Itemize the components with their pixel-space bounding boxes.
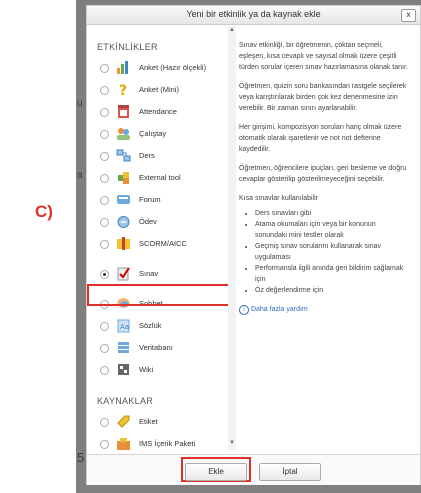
radio-button[interactable]: [100, 218, 109, 227]
module-label: SCORM/AICC: [139, 239, 187, 248]
module-label: Attendance: [139, 107, 177, 116]
module-option-attendance[interactable]: Attendance: [87, 101, 235, 123]
module-label: Ders: [139, 151, 155, 160]
scroll-down-arrow-icon[interactable]: ▼: [229, 440, 235, 446]
forum-icon: [117, 195, 130, 204]
svg-text:?: ?: [119, 83, 127, 97]
wiki-icon: [118, 364, 129, 375]
radio-button[interactable]: [100, 344, 109, 353]
module-option-label[interactable]: Etiket: [87, 411, 235, 433]
radio-button[interactable]: [100, 196, 109, 205]
module-list-scrollbar[interactable]: [228, 26, 236, 451]
dialog-footer: Ekle İptal: [87, 454, 420, 485]
module-label: Anket (Mini): [139, 85, 180, 94]
description-paragraph: Her girişimi, kompozisyon soruları hariç…: [239, 124, 402, 153]
module-option-workshop[interactable]: Çalıştay: [87, 123, 235, 145]
module-option-wiki[interactable]: Wiki: [87, 359, 235, 381]
module-option-assignment[interactable]: Ödev: [87, 211, 235, 233]
question-mark-icon: ?: [119, 83, 127, 97]
module-label: External tool: [139, 173, 181, 182]
module-option-database[interactable]: Veritabanı: [87, 337, 235, 359]
radio-button[interactable]: [100, 322, 109, 331]
module-label: Sözlük: [139, 321, 162, 330]
usage-list-item: Öz değerlendirme için: [255, 285, 409, 296]
usage-list-item: Performansla ilgili anında geri bildirim…: [255, 263, 409, 285]
attendance-icon: [118, 105, 129, 118]
description-paragraph: Kısa sınavlar kullanılabilir: [239, 195, 318, 202]
module-label: Çalıştay: [139, 129, 167, 138]
help-info-icon: i: [239, 305, 249, 315]
module-option-quiz[interactable]: Sınav: [87, 263, 235, 285]
quiz-selection-highlight: [87, 284, 236, 306]
survey-chart-icon: [117, 61, 128, 74]
module-label: Veritabanı: [139, 343, 173, 352]
module-option-lesson[interactable]: Ders: [87, 145, 235, 167]
module-label: Wiki: [139, 365, 154, 374]
dialog-titlebar: Yeni bir etkinlik ya da kaynak ekle x: [87, 6, 420, 25]
module-option-forum[interactable]: Forum: [87, 189, 235, 211]
module-option-ims-package[interactable]: IMS İçerik Paketi: [87, 433, 235, 451]
svg-text:Aa: Aa: [120, 323, 129, 331]
module-option-external-tool[interactable]: External tool: [87, 167, 235, 189]
add-button[interactable]: Ekle: [185, 463, 247, 481]
lesson-icon: [116, 149, 131, 162]
radio-button[interactable]: [100, 152, 109, 161]
module-label: Sınav: [139, 269, 159, 278]
add-activity-dialog: Yeni bir etkinlik ya da kaynak ekle x ET…: [86, 5, 421, 485]
ims-package-icon: [117, 438, 130, 450]
resources-header: KAYNAKLAR: [97, 396, 154, 406]
radio-button[interactable]: [100, 440, 109, 449]
module-label: IMS İçerik Paketi: [139, 439, 196, 448]
description-paragraph: Sınav etkinliği, bir öğretmenin, çoktan …: [239, 42, 408, 71]
background-text-fragment: a: [77, 170, 83, 181]
module-option-survey[interactable]: Anket (Hazır ölçekli): [87, 57, 235, 79]
radio-button[interactable]: [100, 108, 109, 117]
label-tag-icon: [117, 415, 130, 428]
module-label: Ödev: [139, 217, 157, 226]
scroll-up-arrow-icon[interactable]: ▲: [229, 27, 235, 33]
radio-button[interactable]: [100, 270, 109, 279]
module-label: Anket (Hazır ölçekli): [139, 63, 207, 72]
radio-button[interactable]: [100, 64, 109, 73]
cancel-button[interactable]: İptal: [259, 463, 321, 481]
database-icon: [118, 342, 129, 353]
quiz-icon: [117, 267, 130, 281]
module-option-scorm[interactable]: SCORM/AICC: [87, 233, 235, 255]
usage-list-item: Ders sınavları gibi: [255, 208, 409, 219]
radio-button[interactable]: [100, 86, 109, 95]
activities-header: ETKİNLİKLER: [97, 42, 158, 52]
radio-button[interactable]: [100, 130, 109, 139]
more-help-link[interactable]: Daha fazla yardım: [251, 306, 308, 313]
usage-list-item: Geçmiş sınav sorularını kullanarak sınav…: [255, 241, 409, 263]
figure-label: C): [35, 202, 53, 221]
radio-button[interactable]: [100, 366, 109, 375]
radio-button[interactable]: [100, 418, 109, 427]
usage-list-item: Atama okumaları için veya bir konunun so…: [255, 219, 409, 241]
module-option-mini-survey[interactable]: ? Anket (Mini): [87, 79, 235, 101]
background-text-fragment: 5: [77, 450, 85, 465]
module-option-glossary[interactable]: Aa Sözlük: [87, 315, 235, 337]
close-button[interactable]: x: [401, 9, 416, 22]
module-description: Sınav etkinliği, bir öğretmenin, çoktan …: [239, 26, 409, 451]
glossary-icon: Aa: [117, 319, 130, 333]
scorm-package-icon: [117, 237, 130, 250]
puzzle-icon: [118, 172, 129, 184]
dialog-title: Yeni bir etkinlik ya da kaynak ekle: [186, 9, 321, 19]
radio-button[interactable]: [100, 174, 109, 183]
background-text-fragment: u: [77, 98, 83, 109]
description-paragraph: Öğretmen, quizin soru bankasından rastge…: [239, 83, 407, 112]
usage-list: Ders sınavları gibi Atama okumaları için…: [239, 208, 409, 296]
description-paragraph: Öğretmen, öğrencilere ipuçları, geri bes…: [239, 165, 407, 183]
workshop-icon: [117, 128, 130, 140]
assignment-icon: [117, 216, 130, 228]
module-label: Forum: [139, 195, 161, 204]
module-label: Etiket: [139, 417, 158, 426]
module-list: ETKİNLİKLER Anket (Hazır ölçekli) ? Anke…: [87, 26, 237, 451]
radio-button[interactable]: [100, 240, 109, 249]
